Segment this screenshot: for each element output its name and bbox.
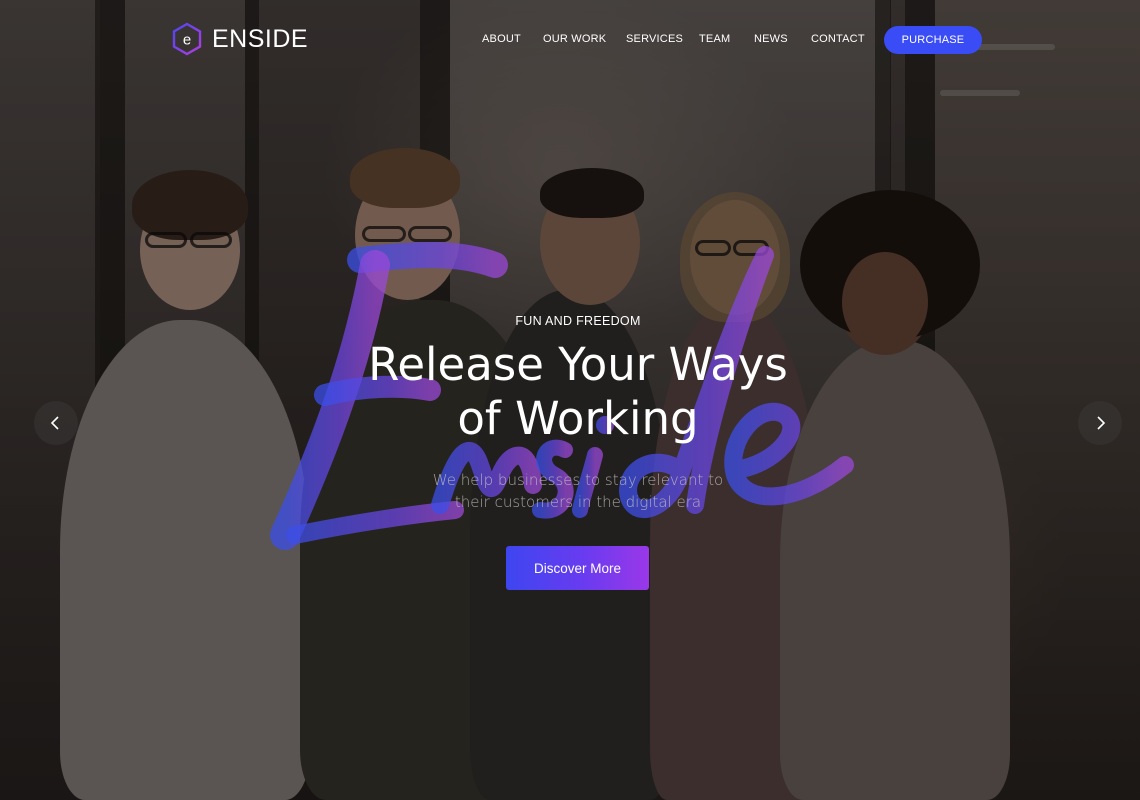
nav-item-team[interactable]: TEAM xyxy=(699,33,730,45)
hero-eyebrow: FUN AND FREEDOM xyxy=(515,314,641,328)
brand-name: ENSIDE xyxy=(212,24,309,53)
discover-more-button[interactable]: Discover More xyxy=(506,546,649,590)
slider-next-button[interactable] xyxy=(1078,401,1122,445)
hero-subtitle: We help businesses to stay relevant to t… xyxy=(400,469,756,513)
nav-item-news[interactable]: NEWS xyxy=(754,33,788,45)
chevron-left-icon xyxy=(50,416,59,430)
nav-item-about[interactable]: ABOUT xyxy=(482,33,521,45)
hero-headline: Release Your Ways of Working xyxy=(270,338,886,446)
headline-line-2: of Working xyxy=(457,392,699,445)
nav-item-contact[interactable]: CONTACT xyxy=(811,33,865,45)
slider-prev-button[interactable] xyxy=(34,401,78,445)
subtitle-line-2: their customers in the digital era xyxy=(454,493,702,511)
nav-item-our-work[interactable]: OUR WORK xyxy=(543,33,606,45)
logo-letter: e xyxy=(183,32,191,49)
subtitle-line-1: We help businesses to stay relevant to xyxy=(432,471,724,489)
hero-slider: e ENSIDE ABOUT OUR WORK SERVICES TEAM NE… xyxy=(0,0,1140,800)
hexagon-logo-icon: e xyxy=(172,22,202,56)
brand-logo[interactable]: e ENSIDE xyxy=(172,22,308,56)
nav-item-services[interactable]: SERVICES xyxy=(626,33,683,45)
purchase-button[interactable]: PURCHASE xyxy=(884,26,982,54)
chevron-right-icon xyxy=(1097,416,1106,430)
headline-line-1: Release Your Ways xyxy=(368,338,788,391)
